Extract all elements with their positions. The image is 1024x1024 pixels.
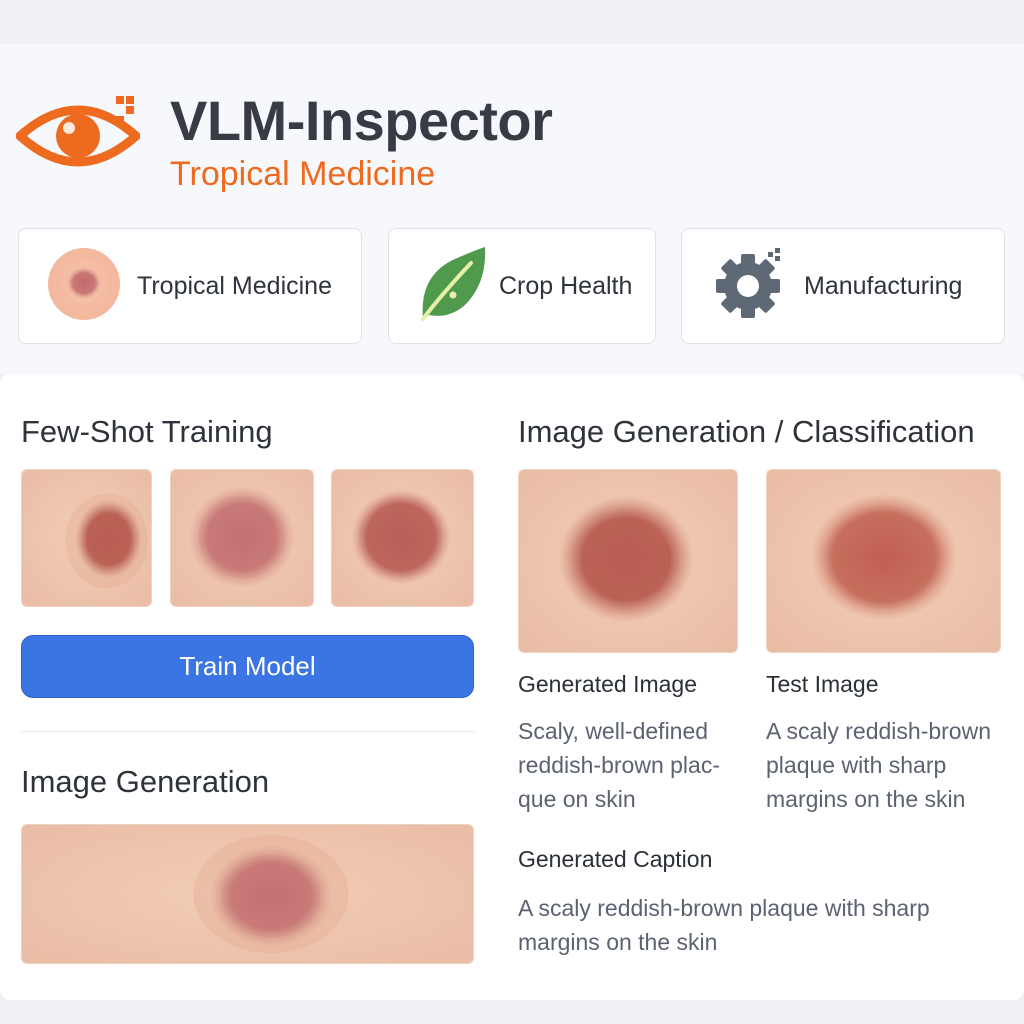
gear-icon — [712, 247, 788, 325]
domain-label: Tropical Medicine — [137, 271, 332, 300]
domain-card-manufacturing[interactable]: Manufacturing — [681, 228, 1005, 344]
generated-preview-image[interactable] — [21, 824, 474, 964]
app-subtitle: Tropical Medicine — [170, 155, 436, 193]
domain-card-crop-health[interactable]: Crop Health — [388, 228, 656, 344]
leaf-icon — [415, 245, 489, 328]
app-title: VLM-Inspector — [170, 89, 553, 152]
domain-label: Manufacturing — [804, 271, 963, 300]
test-image[interactable] — [766, 469, 1001, 653]
generated-image[interactable] — [518, 469, 738, 653]
train-model-button[interactable]: Train Model — [21, 635, 474, 698]
domain-card-tropical-medicine[interactable]: Tropical Medicine — [18, 228, 362, 344]
generated-image-label: Generated Image — [518, 671, 698, 697]
domain-label: Crop Health — [499, 271, 633, 300]
generated-caption-text: A scaly reddish-brown plaque with sharp … — [518, 895, 930, 955]
training-image-1[interactable] — [21, 469, 152, 607]
test-image-description: A scaly reddish-brown plaque with sharp … — [766, 718, 991, 812]
divider — [21, 731, 474, 732]
training-image-2[interactable] — [170, 469, 314, 607]
generated-image-description: Scaly, well-defined reddish-brown plac-q… — [518, 718, 720, 812]
few-shot-title: Few-Shot Training — [21, 414, 273, 449]
eye-icon — [15, 92, 141, 182]
image-generation-title: Image Generation — [21, 764, 270, 799]
skin-lesion-icon — [47, 247, 121, 326]
test-image-label: Test Image — [766, 671, 879, 697]
generated-caption-label: Generated Caption — [518, 846, 713, 872]
training-image-3[interactable] — [331, 469, 474, 607]
classification-title: Image Generation / Classification — [518, 414, 975, 449]
